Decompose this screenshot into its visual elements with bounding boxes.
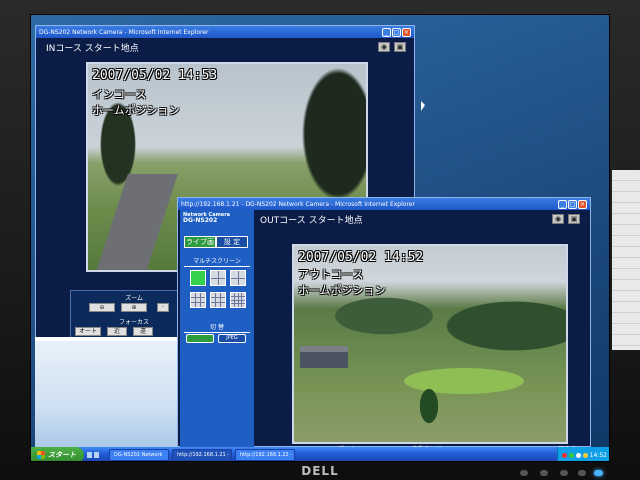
window-title: DG-NS202 Network Camera - Microsoft Inte…: [39, 28, 209, 36]
camera-icon[interactable]: ◉: [552, 214, 564, 224]
clubhouse-building: [300, 346, 348, 368]
cart-path: [92, 174, 178, 270]
ie-window-out-course[interactable]: http://192.168.1.21 - DG-NS202 Network C…: [177, 197, 591, 453]
clock: 14:52: [589, 451, 607, 459]
camera-title: OUTコース スタート地点: [260, 215, 363, 226]
monitor-button[interactable]: [578, 470, 586, 476]
camera-header: OUTコース スタート地点 ◉ ▣: [260, 212, 580, 226]
snapshot-icon[interactable]: ▣: [394, 42, 406, 52]
camera-header: INコース スタート地点 ◉ ▣: [46, 40, 406, 54]
format-jpeg-button[interactable]: JPEG: [218, 334, 246, 343]
format-mjpeg-button[interactable]: [186, 334, 214, 343]
focus-far-button[interactable]: 遠: [133, 327, 153, 336]
quick-launch-icon[interactable]: [87, 452, 92, 458]
zoom-reset-button[interactable]: ·: [157, 303, 169, 312]
tray-icon[interactable]: [582, 452, 588, 458]
camera-icon[interactable]: ◉: [378, 42, 390, 52]
sixteen-screen-button[interactable]: [230, 292, 246, 308]
taskbar-button[interactable]: DG-NS202 Network: [109, 449, 169, 461]
focus-near-button[interactable]: 近: [107, 327, 127, 336]
system-tray: 14:52: [556, 447, 609, 461]
quick-launch-icon[interactable]: [94, 452, 99, 458]
close-button[interactable]: ×: [402, 27, 411, 37]
tab-setup[interactable]: 設 定: [216, 236, 248, 248]
taskbar-button[interactable]: http://192.168.1.22 -: [235, 449, 295, 461]
power-led: [594, 470, 603, 476]
windows-logo-icon: [37, 451, 45, 459]
monitor: DG-NS202 Network Camera - Microsoft Inte…: [0, 0, 640, 480]
snapshot-icon[interactable]: ▣: [568, 214, 580, 224]
overlay-course: インコース: [92, 88, 147, 101]
quick-launch: [84, 447, 106, 461]
tray-icon[interactable]: [568, 452, 574, 458]
minimize-button[interactable]: _: [558, 199, 567, 209]
mouse-cursor: [421, 101, 425, 111]
overlay-course: アウトコース: [298, 268, 364, 281]
focus-auto-button[interactable]: オート: [75, 327, 101, 336]
zoom-out-button[interactable]: ⊖: [89, 303, 115, 312]
live-camera-image[interactable]: 2007/05/02 14:52 アウトコース ホームポジション: [292, 244, 568, 444]
nine-screen-button[interactable]: [190, 292, 206, 308]
side-nav: Network Camera DG-NS202 ライブ画 設 定 マルチスクリー…: [180, 210, 254, 448]
tray-icon[interactable]: [561, 452, 567, 458]
maximize-button[interactable]: □: [392, 27, 401, 37]
screen: DG-NS202 Network Camera - Microsoft Inte…: [30, 14, 610, 462]
close-button[interactable]: ×: [578, 199, 587, 209]
camera-title: INコース スタート地点: [46, 43, 139, 54]
minimize-button[interactable]: _: [382, 27, 391, 37]
multiscreen-heading: マルチスクリーン: [184, 256, 250, 267]
window-title: http://192.168.1.21 - DG-NS202 Network C…: [181, 200, 415, 208]
quad-screen-button-2[interactable]: [230, 270, 246, 286]
start-button[interactable]: スタート: [31, 447, 84, 461]
single-screen-button[interactable]: [190, 270, 206, 286]
pine-tree: [414, 376, 444, 436]
monitor-brand-logo: DELL: [301, 464, 339, 478]
overlay-datetime: 2007/05/02 14:52: [298, 250, 424, 265]
monitor-button[interactable]: [560, 470, 568, 476]
title-bar[interactable]: DG-NS202 Network Camera - Microsoft Inte…: [36, 26, 414, 38]
monitor-button[interactable]: [520, 470, 528, 476]
taskbar: スタート DG-NS202 Network http://192.168.1.2…: [31, 447, 609, 461]
start-label: スタート: [48, 451, 76, 459]
monitor-button[interactable]: [540, 470, 548, 476]
taskbar-button[interactable]: http://192.168.1.21 -: [172, 449, 232, 461]
brand-model: DG-NS202: [183, 217, 218, 224]
tab-live[interactable]: ライブ画: [184, 236, 216, 248]
brand-block: Network Camera DG-NS202: [183, 212, 230, 224]
overlay-position: ホームポジション: [92, 104, 180, 117]
tray-icon[interactable]: [575, 452, 581, 458]
nine-screen-button-2[interactable]: [210, 292, 226, 308]
maximize-button[interactable]: □: [568, 199, 577, 209]
background-window[interactable]: [35, 337, 185, 449]
title-bar[interactable]: http://192.168.1.21 - DG-NS202 Network C…: [178, 198, 590, 210]
quad-screen-button[interactable]: [210, 270, 226, 286]
switch-heading: 切 替: [184, 322, 250, 333]
paper-document: [612, 170, 640, 350]
overlay-datetime: 2007/05/02 14:53: [92, 68, 218, 83]
overlay-position: ホームポジション: [298, 284, 386, 297]
zoom-in-button[interactable]: ⊕: [121, 303, 147, 312]
